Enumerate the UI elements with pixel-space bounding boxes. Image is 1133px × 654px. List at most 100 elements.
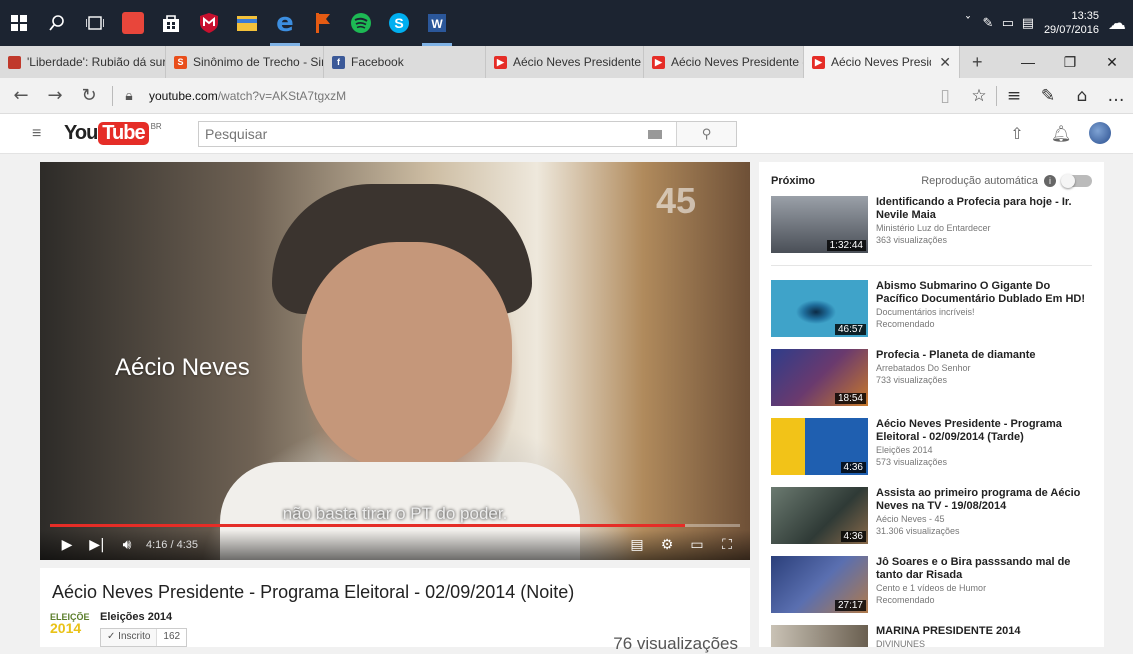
browser-tab-active[interactable]: ▶ Aécio Neves Presidenț ✕ [804,46,960,78]
new-tab-button[interactable]: + [960,46,995,78]
video-thumbnail[interactable]: 18:54 [771,349,868,406]
word-icon[interactable]: W [418,0,456,46]
video-thumbnail[interactable]: 1:32:44 [771,196,868,253]
favorite-star-icon[interactable]: ☆ [962,86,996,106]
recommended-video[interactable]: 1:32:44 Identificando a Profecia para ho… [771,196,1092,256]
more-icon[interactable]: … [1099,86,1133,106]
play-icon[interactable]: ▶ [52,537,82,553]
recommended-video[interactable]: 18:54 Profecia - Planeta de diamante Arr… [771,349,1092,409]
skype-icon[interactable]: S [380,0,418,46]
chevron-up-icon[interactable]: ˇ [958,16,978,31]
search-button[interactable]: ⚲ [676,122,736,146]
video-player[interactable]: 45 Aécio Neves não basta tirar o PT do p… [40,162,750,560]
video-thumbnail[interactable]: 46:57 [771,280,868,337]
svg-text:S: S [394,15,403,31]
recommended-video-channel: DIVINUNES [876,639,926,647]
channel-logo[interactable]: ELEIÇÕE 2014 [50,612,94,646]
edge-icon[interactable]: e [266,0,304,46]
subscribe-button[interactable]: ✓ Inscrito 162 [100,628,188,647]
video-title: Aécio Neves Presidente - Programa Eleito… [52,582,575,602]
upload-icon[interactable]: ⇧ [995,124,1039,143]
web-note-icon[interactable]: ✎ [1031,86,1065,106]
tab-label: 'Liberdade': Rubião dá sur [27,55,166,69]
browser-tab[interactable]: 'Liberdade': Rubião dá sur [0,46,166,78]
recommended-video[interactable]: 46:57 Abismo Submarino O Gigante Do Pací… [771,280,1092,340]
fullscreen-icon[interactable]: ⛶ [712,537,742,553]
forward-arrow-icon[interactable]: → [38,85,72,106]
settings-gear-icon[interactable]: ⚙ [652,537,682,553]
tab-favicon-icon [8,55,21,69]
windows-start-icon[interactable] [0,0,38,46]
refresh-icon[interactable]: ↻ [72,85,106,106]
recommended-video-title[interactable]: Identificando a Profecia para hoje - Ir.… [876,196,1092,222]
recommended-video[interactable]: 27:17 Jô Soares e o Bira passsando mal d… [771,556,1092,616]
back-arrow-icon[interactable]: ← [4,85,38,106]
tab-favicon-icon: ▶ [812,55,825,69]
recommended-video-title[interactable]: Abismo Submarino O Gigante Do Pacífico D… [876,280,1092,306]
flag-app-icon[interactable] [304,0,342,46]
search-icon[interactable] [38,0,76,46]
video-thumbnail[interactable] [771,625,868,647]
hub-icon[interactable]: ≡ [997,86,1031,106]
restore-icon[interactable]: ❐ [1049,46,1091,78]
volume-icon[interactable]: 🔊︎ [112,537,142,553]
mail-icon[interactable] [114,0,152,46]
browser-tab[interactable]: ▶ Aécio Neves Presidente - I [644,46,804,78]
recommended-video[interactable]: 4:36 Aécio Neves Presidente - Programa E… [771,418,1092,478]
recommended-video-channel: Eleições 2014 [876,445,933,455]
bell-icon[interactable]: 🔔︎ [1039,124,1083,143]
keyboard-icon[interactable] [648,129,662,139]
video-subtitle: não basta tirar o PT do poder. [282,504,508,523]
close-icon[interactable]: ✕ [939,54,951,71]
spotify-icon[interactable] [342,0,380,46]
video-thumbnail[interactable]: 27:17 [771,556,868,613]
close-window-icon[interactable]: ✕ [1091,46,1133,78]
battery-icon[interactable]: ▭ [998,16,1018,31]
progress-bar[interactable] [50,524,740,527]
browser-tab-bar: 'Liberdade': Rubião dá sur S Sinônimo de… [0,46,1133,78]
notifications-icon[interactable]: ▤ [1018,16,1038,31]
share-icon[interactable]: ⌂ [1065,86,1099,106]
clock[interactable]: 13:35 29/07/2016 [1044,9,1099,37]
recommended-video-title[interactable]: Profecia - Planeta de diamante [876,349,1036,362]
recommended-video[interactable]: MARINA PRESIDENTE 2014 DIVINUNES [771,625,1092,647]
weather-cloud-icon[interactable]: ☁ [1107,13,1127,34]
minimize-icon[interactable]: — [1007,46,1049,78]
video-thumbnail[interactable]: 4:36 [771,487,868,544]
recommended-video[interactable]: 4:36 Assista ao primeiro programa de Aéc… [771,487,1092,547]
recommended-video-channel: Ministério Luz do Entardecer [876,223,991,233]
recommended-video-title[interactable]: Aécio Neves Presidente - Programa Eleito… [876,418,1092,444]
browser-tab[interactable]: S Sinônimo de Trecho - Sinô [166,46,324,78]
youtube-logo[interactable]: You Tube BR [64,122,162,145]
progress-bar-fill [50,524,685,527]
file-explorer-icon[interactable] [228,0,266,46]
svg-text:W: W [431,17,443,31]
recommended-video-title[interactable]: Assista ao primeiro programa de Aécio Ne… [876,487,1092,513]
theater-mode-icon[interactable]: ▭ [682,537,712,553]
pen-icon[interactable]: ✎ [978,16,998,31]
mcafee-icon[interactable] [190,0,228,46]
browser-tab[interactable]: ▶ Aécio Neves Presidente - [486,46,644,78]
reading-view-icon[interactable]: ▯ [928,86,962,106]
time-display: 4:16 / 4:35 [146,539,198,551]
task-view-icon[interactable] [76,0,114,46]
recommended-video-meta: 573 visualizações [876,457,948,467]
subscriber-count: 162 [157,629,187,646]
video-thumbnail[interactable]: 4:36 [771,418,868,475]
captions-icon[interactable]: ▤ [622,537,652,553]
url-field[interactable]: youtube.com/watch?v=AKStA7tgxzM [149,89,346,103]
url-path: /watch?v=AKStA7tgxzM [217,88,347,103]
info-icon[interactable]: i [1044,175,1056,187]
recommended-video-title[interactable]: MARINA PRESIDENTE 2014 [876,625,1020,638]
channel-name[interactable]: Eleições 2014 [100,611,172,623]
store-icon[interactable] [152,0,190,46]
autoplay-toggle[interactable] [1061,174,1092,188]
next-icon[interactable]: ▶| [82,537,112,553]
menu-icon[interactable]: ≡ [32,125,58,143]
recommended-video-title[interactable]: Jô Soares e o Bira passsando mal de tant… [876,556,1092,582]
channel-number-overlay: 45 [655,180,696,221]
search-input[interactable] [199,122,648,146]
browser-tab[interactable]: f Facebook [324,46,486,78]
avatar[interactable] [1089,122,1111,144]
channel-logo-year: 2014 [50,620,82,636]
